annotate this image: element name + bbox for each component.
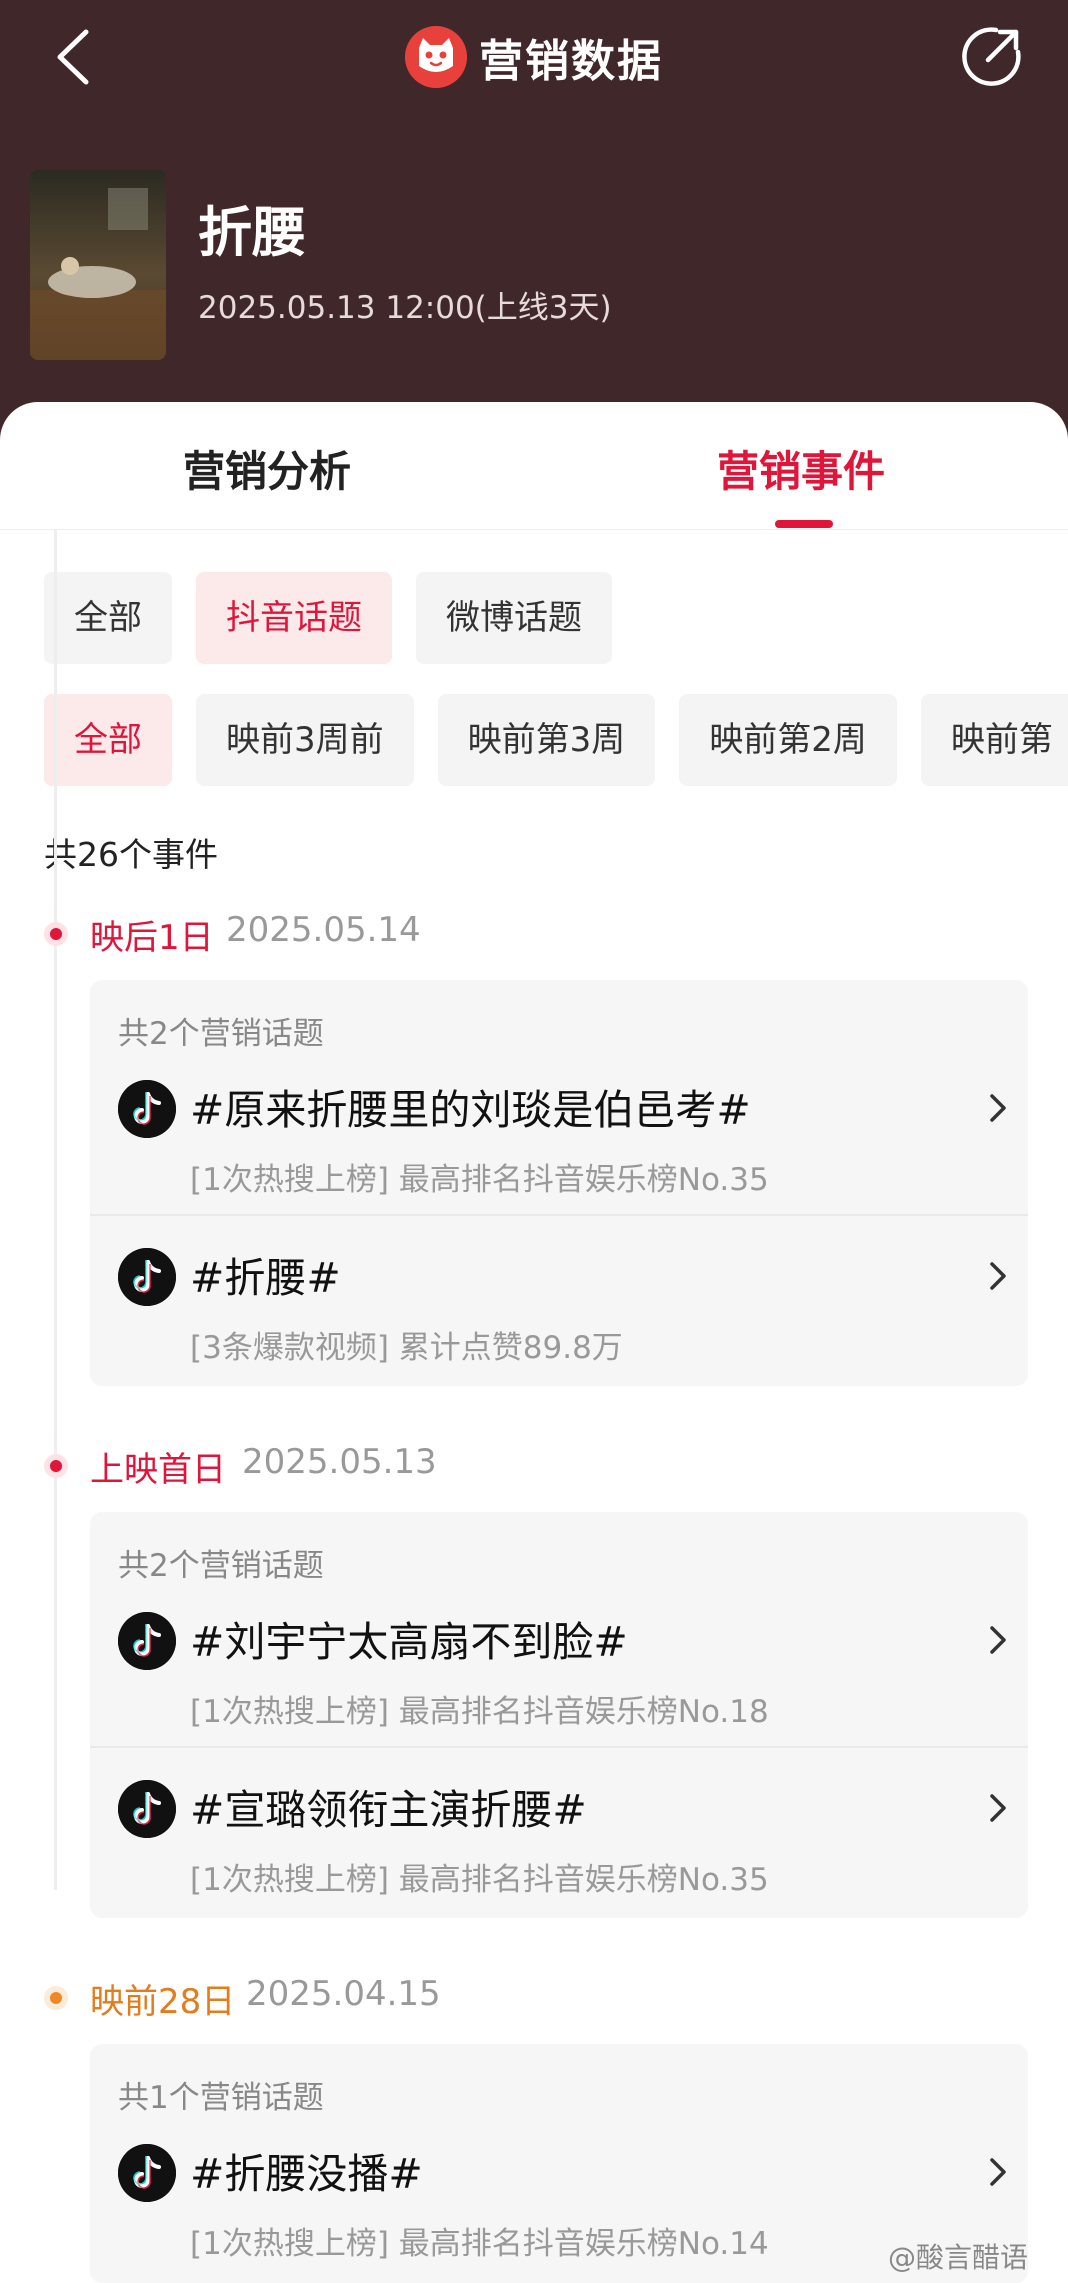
chevron-right-icon bbox=[982, 1256, 1012, 1296]
topic-count: 共1个营销话题 bbox=[118, 2080, 324, 2116]
timeline-day-label: 上映首日 bbox=[90, 1450, 226, 1490]
event-count: 共26个事件 bbox=[44, 835, 218, 874]
topic-card: 共2个营销话题 #刘宇宁太高扇不到脸# [1次热搜上榜] 最高排名抖音娱乐榜No… bbox=[90, 1512, 1028, 1918]
movie-release-date: 2025.05.13 12:00(上线3天) bbox=[198, 290, 612, 326]
topic-stats: [1次热搜上榜] 最高排名抖音娱乐榜No.18 bbox=[190, 1694, 769, 1730]
topic-title: #折腰没播# bbox=[190, 2150, 423, 2198]
filter-douyin-topics[interactable]: 抖音话题 bbox=[196, 572, 392, 664]
chevron-right-icon bbox=[982, 1088, 1012, 1128]
tab-marketing-events[interactable]: 营销事件 bbox=[534, 438, 1068, 499]
topic-card: 共2个营销话题 #原来折腰里的刘琰是伯邑考# [1次热搜上榜] 最高排名抖音娱乐… bbox=[90, 980, 1028, 1386]
platform-filter: 全部 抖音话题 微博话题 bbox=[44, 572, 612, 664]
chevron-right-icon bbox=[982, 1620, 1012, 1660]
topic-item[interactable]: #宣璐领衔主演折腰# [1次热搜上榜] 最高排名抖音娱乐榜No.35 bbox=[90, 1768, 1028, 1936]
tab-indicator bbox=[775, 520, 833, 528]
period-before-3-weeks[interactable]: 映前3周前 bbox=[196, 694, 414, 786]
share-button[interactable] bbox=[958, 24, 1024, 90]
topic-title: #刘宇宁太高扇不到脸# bbox=[190, 1618, 628, 1666]
timeline-date: 2025.05.14 bbox=[226, 910, 421, 950]
timeline-dot bbox=[44, 922, 68, 946]
topic-count: 共2个营销话题 bbox=[118, 1016, 324, 1052]
brand: 营销数据 bbox=[0, 22, 1068, 92]
cat-logo-icon bbox=[405, 26, 467, 88]
share-icon bbox=[962, 27, 1021, 86]
period-week-3[interactable]: 映前第3周 bbox=[437, 694, 656, 786]
page-title: 营销数据 bbox=[479, 36, 663, 87]
timeline-date: 2025.05.13 bbox=[242, 1442, 437, 1482]
divider bbox=[90, 1214, 1028, 1216]
nav-bar: 营销数据 bbox=[0, 0, 1068, 120]
topic-item[interactable]: #刘宇宁太高扇不到脸# [1次热搜上榜] 最高排名抖音娱乐榜No.18 bbox=[90, 1600, 1028, 1768]
filter-all[interactable]: 全部 bbox=[44, 572, 172, 664]
topic-title: #原来折腰里的刘琰是伯邑考# bbox=[190, 1086, 751, 1134]
topic-item[interactable]: #折腰# [3条爆款视频] 累计点赞89.8万 bbox=[90, 1236, 1028, 1404]
topic-stats: [3条爆款视频] 累计点赞89.8万 bbox=[190, 1330, 623, 1366]
timeline-day-label: 映前28日 bbox=[90, 1982, 236, 2022]
timeline-line bbox=[54, 530, 57, 1890]
topic-stats: [1次热搜上榜] 最高排名抖音娱乐榜No.35 bbox=[190, 1162, 769, 1198]
timeline-dot bbox=[44, 1454, 68, 1478]
douyin-icon bbox=[118, 2144, 176, 2202]
topic-stats: [1次热搜上榜] 最高排名抖音娱乐榜No.35 bbox=[190, 1862, 769, 1898]
period-week-2[interactable]: 映前第2周 bbox=[679, 694, 897, 786]
topic-count: 共2个营销话题 bbox=[118, 1548, 324, 1584]
chevron-right-icon bbox=[982, 1788, 1012, 1828]
divider bbox=[90, 1746, 1028, 1748]
filter-weibo-topics[interactable]: 微博话题 bbox=[416, 572, 612, 664]
tab-marketing-analysis[interactable]: 营销分析 bbox=[0, 438, 534, 499]
watermark: @酸言醋语 bbox=[888, 2241, 1029, 2274]
topic-item[interactable]: #原来折腰里的刘琰是伯邑考# [1次热搜上榜] 最高排名抖音娱乐榜No.35 bbox=[90, 1068, 1028, 1236]
topic-title: #宣璐领衔主演折腰# bbox=[190, 1786, 587, 1834]
period-week-1[interactable]: 映前第 bbox=[920, 694, 1068, 786]
chevron-right-icon bbox=[982, 2152, 1012, 2192]
period-all[interactable]: 全部 bbox=[44, 694, 172, 786]
topic-stats: [1次热搜上榜] 最高排名抖音娱乐榜No.14 bbox=[190, 2226, 769, 2262]
douyin-icon bbox=[118, 1612, 176, 1670]
movie-poster[interactable] bbox=[30, 170, 166, 360]
poster-image bbox=[30, 170, 166, 360]
movie-title: 折腰 bbox=[198, 201, 306, 264]
timeline-dot bbox=[44, 1986, 68, 2010]
topic-title: #折腰# bbox=[190, 1254, 341, 1302]
douyin-icon bbox=[118, 1080, 176, 1138]
header-background: 营销数据 折腰 2025.05.13 12:00(上线3天) bbox=[0, 0, 1068, 460]
douyin-icon bbox=[118, 1248, 176, 1306]
timeline-date: 2025.04.15 bbox=[246, 1974, 441, 2014]
tab-bar: 营销分析 营销事件 bbox=[0, 402, 1068, 530]
douyin-icon bbox=[118, 1780, 176, 1838]
timeline-day-label: 映后1日 bbox=[90, 918, 214, 958]
period-filter: 全部 映前3周前 映前第3周 映前第2周 映前第 bbox=[44, 694, 1068, 786]
